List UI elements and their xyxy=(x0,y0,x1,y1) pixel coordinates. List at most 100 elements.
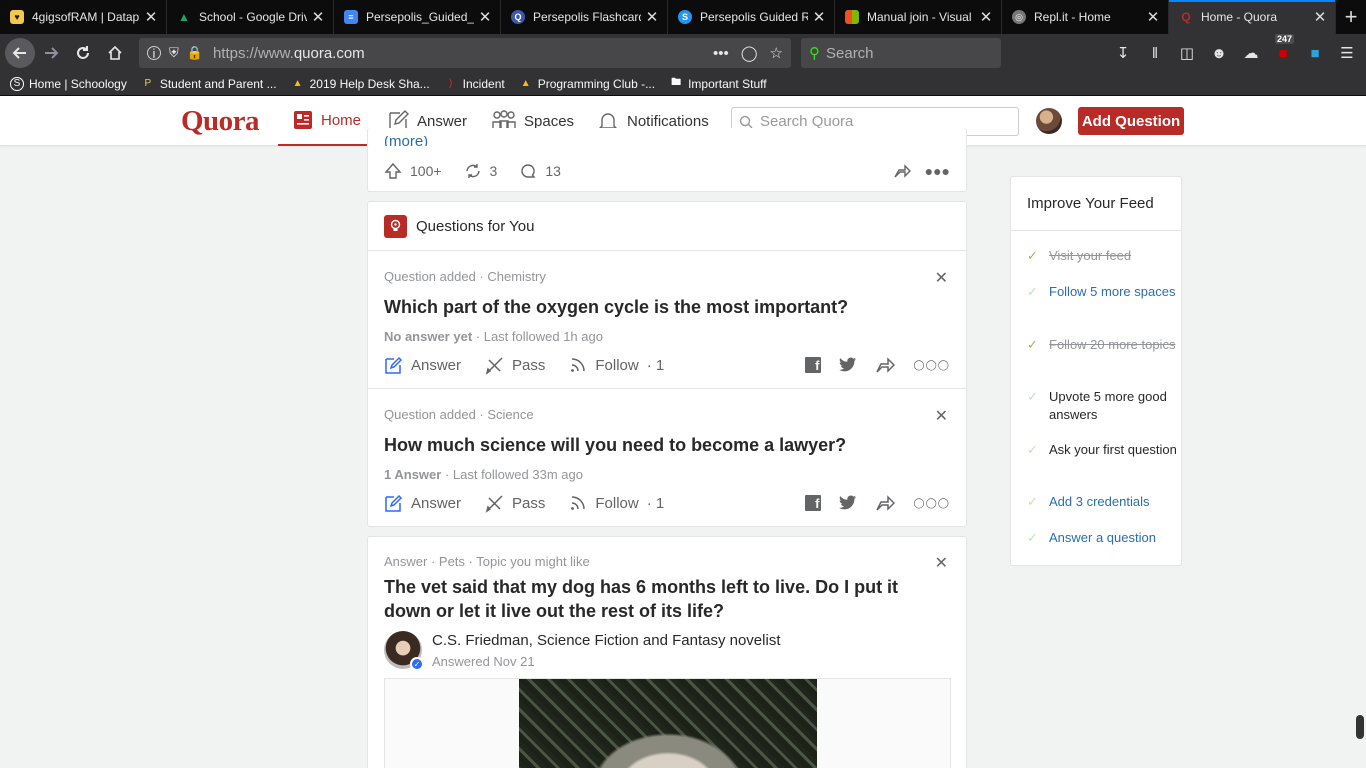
share-arrow-icon[interactable] xyxy=(875,494,896,512)
tracking-shield-icon[interactable]: ⛨ xyxy=(169,45,179,61)
task-label[interactable]: Answer a question xyxy=(1049,529,1156,547)
author-avatar[interactable]: ✓ xyxy=(384,631,424,671)
quizlet-icon: Q xyxy=(511,10,525,24)
task-label[interactable]: Add 3 credentials xyxy=(1049,493,1149,511)
share-count: 3 xyxy=(489,163,498,179)
facebook-icon[interactable]: f xyxy=(805,495,822,511)
question-actions: Answer Pass Follow · 1 f ◯◯◯ xyxy=(384,353,950,377)
tab-quizlet[interactable]: Q Persepolis Flashcard ✕ xyxy=(501,0,668,34)
search-placeholder: Search xyxy=(826,44,874,62)
back-button[interactable] xyxy=(5,38,35,68)
question-title[interactable]: Which part of the oxygen cycle is the mo… xyxy=(384,295,848,319)
tab-replit[interactable]: ◎ Repl.it - Home ✕ xyxy=(1002,0,1169,34)
more-options-icon[interactable]: ◯◯◯ xyxy=(913,360,950,371)
home-button[interactable] xyxy=(99,37,131,69)
sidebar-icon[interactable]: ◫ xyxy=(1176,42,1198,64)
author-name[interactable]: C.S. Friedman, Science Fiction and Fanta… xyxy=(432,632,781,649)
arrow-right-icon xyxy=(45,47,59,59)
forward-button[interactable] xyxy=(35,37,67,69)
improve-feed-panel: Improve Your Feed ✓ Visit your feed ✓ Fo… xyxy=(1010,176,1182,566)
task-label[interactable]: Follow 5 more spaces xyxy=(1049,283,1175,301)
ublock-icon[interactable]: ■ 247 xyxy=(1272,34,1295,64)
dismiss-question-icon[interactable]: ✕ xyxy=(935,406,948,426)
close-tab-icon[interactable]: ✕ xyxy=(812,8,826,26)
feed-task-follow-spaces[interactable]: ✓ Follow 5 more spaces xyxy=(1027,283,1177,301)
answer-card: Answer · Pets · Topic you might like ✕ T… xyxy=(367,536,967,768)
answer-date[interactable]: Answered Nov 21 xyxy=(432,654,535,669)
bookmark-help-desk[interactable]: ▲ 2019 Help Desk Sha... xyxy=(291,77,430,91)
answer-button[interactable]: Answer xyxy=(384,356,461,375)
powerschool-icon: P xyxy=(144,78,152,89)
tab-schoology[interactable]: S Persepolis Guided R ✕ xyxy=(668,0,835,34)
tab-visual-studio[interactable]: Manual join - Visual ✕ xyxy=(835,0,1002,34)
bookmark-student-parent[interactable]: P Student and Parent ... xyxy=(141,77,277,91)
docs-icon: ≡ xyxy=(344,10,358,24)
address-bar[interactable]: i ⛨ 🔒 https://www. quora.com ••• ◯ ☆ xyxy=(139,38,791,68)
feed-task-answer-question[interactable]: ✓ Answer a question xyxy=(1027,529,1177,547)
bookmark-important-stuff[interactable]: 🖿 Important Stuff xyxy=(669,77,767,91)
pass-button[interactable]: Pass xyxy=(485,494,545,513)
bookmark-schoology[interactable]: S Home | Schoology xyxy=(10,76,127,91)
twitter-icon[interactable] xyxy=(839,495,857,511)
tab-google-docs[interactable]: ≡ Persepolis_Guided_R ✕ xyxy=(334,0,501,34)
tab-quora[interactable]: Q Home - Quora ✕ xyxy=(1169,0,1336,34)
extension-icon[interactable]: ☁ xyxy=(1240,42,1262,64)
feed-task-add-credentials[interactable]: ✓ Add 3 credentials xyxy=(1027,493,1177,511)
facebook-icon[interactable]: f xyxy=(805,357,822,373)
quora-logo[interactable]: Quora xyxy=(181,105,260,138)
close-tab-icon[interactable]: ✕ xyxy=(1146,8,1160,26)
menu-icon[interactable]: ☰ xyxy=(1336,42,1358,64)
more-link[interactable]: (more) xyxy=(384,136,428,146)
answer-button[interactable]: Answer xyxy=(384,494,461,513)
task-label: Follow 20 more topics xyxy=(1049,337,1176,352)
user-avatar[interactable] xyxy=(1036,108,1062,134)
pass-button[interactable]: Pass xyxy=(485,356,545,375)
tab-google-drive[interactable]: ▲ School - Google Driv ✕ xyxy=(167,0,334,34)
bookmark-star-icon[interactable]: ☆ xyxy=(770,44,783,62)
prev-card-right-actions: ●●● xyxy=(893,162,950,180)
dismiss-question-icon[interactable]: ✕ xyxy=(935,268,948,288)
tab-datapoint[interactable]: ♥ 4gigsofRAM | Datap ✕ xyxy=(0,0,167,34)
comments-button[interactable]: 13 xyxy=(519,162,561,180)
close-tab-icon[interactable]: ✕ xyxy=(144,8,158,26)
question-status: No answer yet · Last followed 1h ago xyxy=(384,329,603,344)
page-scrollbar-thumb[interactable] xyxy=(1356,715,1364,739)
pocket-icon[interactable]: ◯ xyxy=(741,44,758,62)
new-tab-button[interactable]: + xyxy=(1336,0,1366,34)
info-icon[interactable]: i xyxy=(147,46,161,61)
qfy-header: Questions for You xyxy=(368,202,966,251)
more-options-icon[interactable]: ◯◯◯ xyxy=(913,498,950,509)
account-icon[interactable]: ☻ xyxy=(1208,42,1230,64)
rss-follow-icon xyxy=(571,496,586,510)
close-tab-icon[interactable]: ✕ xyxy=(979,8,993,26)
close-tab-icon[interactable]: ✕ xyxy=(478,8,492,26)
add-question-button[interactable]: Add Question xyxy=(1078,107,1184,135)
twitter-icon[interactable] xyxy=(839,357,857,373)
share-count-button[interactable]: 3 xyxy=(464,162,498,180)
follow-button[interactable]: Follow · 1 xyxy=(569,356,664,374)
bookmark-incident[interactable]: ) Incident xyxy=(444,77,505,91)
close-tab-icon[interactable]: ✕ xyxy=(1313,8,1327,26)
upvote-button[interactable]: 100+ xyxy=(384,162,442,180)
browser-search-input[interactable]: ⚲ Search xyxy=(801,38,1001,68)
nav-home[interactable]: Home xyxy=(278,96,377,146)
reload-button[interactable] xyxy=(67,37,99,69)
follow-button[interactable]: Follow · 1 xyxy=(569,494,664,512)
bookmark-programming-club[interactable]: ▲ Programming Club -... xyxy=(519,77,655,91)
question-title[interactable]: How much science will you need to become… xyxy=(384,433,846,457)
answer-question-title[interactable]: The vet said that my dog has 6 months le… xyxy=(384,575,934,623)
pass-pencil-icon xyxy=(485,356,503,375)
upvote-arrow-icon xyxy=(384,162,402,179)
close-tab-icon[interactable]: ✕ xyxy=(311,8,325,26)
download-icon[interactable]: ↧ xyxy=(1112,42,1134,64)
share-arrow-icon[interactable] xyxy=(893,162,911,180)
close-tab-icon[interactable]: ✕ xyxy=(645,8,659,26)
folder-icon: 🖿 xyxy=(671,77,682,88)
share-arrow-icon[interactable] xyxy=(875,356,896,374)
extension-blue-icon[interactable]: ■ xyxy=(1304,42,1326,64)
page-actions-icon[interactable]: ••• xyxy=(713,45,729,62)
question-meta: Question added · Chemistry xyxy=(384,269,546,284)
library-icon[interactable]: ‖ xyxy=(1144,42,1166,64)
more-options-icon[interactable]: ●●● xyxy=(925,163,950,179)
dismiss-answer-icon[interactable]: ✕ xyxy=(935,553,948,573)
